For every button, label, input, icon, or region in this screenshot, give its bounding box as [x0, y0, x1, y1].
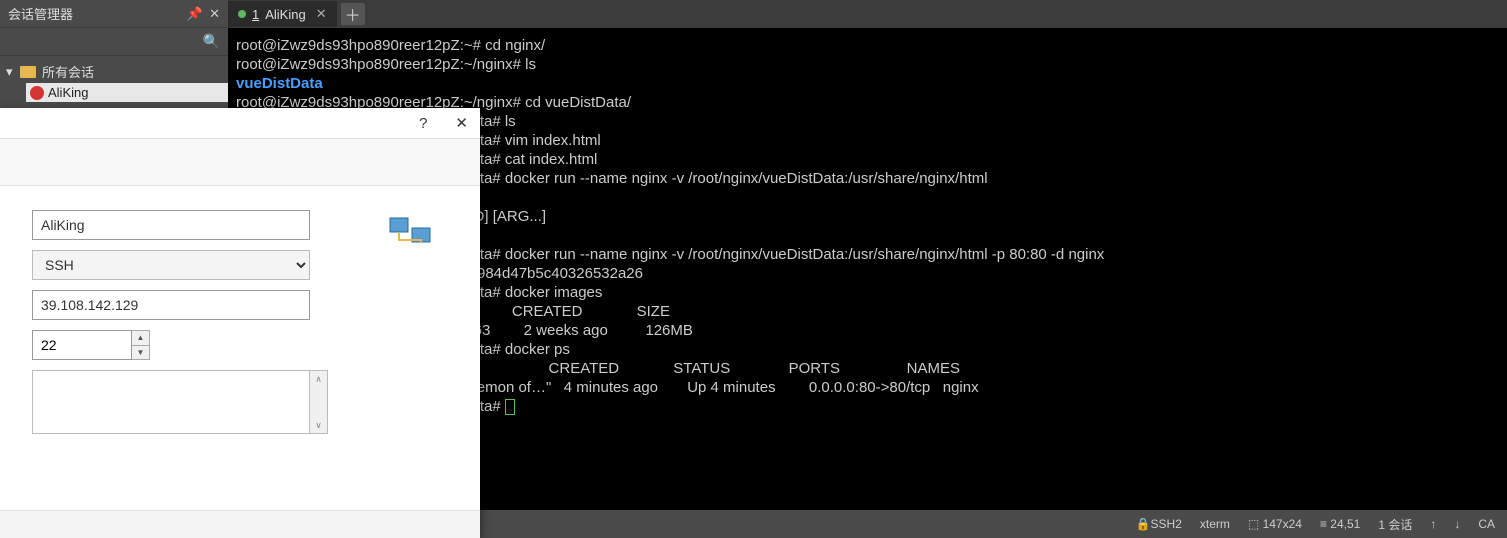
sidebar-search-row: 🔍 [0, 28, 228, 56]
scroll-up-icon[interactable]: ∧ [310, 371, 327, 387]
host-input[interactable] [32, 290, 310, 320]
tab-aliking[interactable]: 1 AliKing ✕ [228, 1, 337, 27]
lock-icon: 🔒 [1136, 517, 1151, 531]
sidebar-header: 会话管理器 📌 ✕ [0, 0, 228, 28]
session-icon [30, 86, 44, 100]
pin-icon[interactable]: 📌 [187, 6, 203, 22]
new-tab-button[interactable]: ＋ [341, 3, 365, 25]
sidebar-title: 会话管理器 [8, 4, 73, 23]
tab-label: AliKing [265, 7, 305, 22]
help-button[interactable]: ? [419, 115, 427, 132]
protocol-select[interactable]: SSH [32, 250, 310, 280]
textarea-scrollbar[interactable]: ∧ ∨ [310, 370, 328, 434]
description-textarea[interactable] [32, 370, 310, 434]
port-input[interactable] [32, 330, 132, 360]
search-icon[interactable]: 🔍 [203, 33, 220, 50]
tree-collapse-icon[interactable]: ▾ [6, 64, 18, 80]
status-size: ⬚ 147x24 [1248, 517, 1302, 531]
status-nav-up-icon[interactable]: ↑ [1430, 517, 1436, 531]
status-term: xterm [1200, 517, 1230, 531]
session-name-input[interactable] [32, 210, 310, 240]
status-position: ≡ 24,51 [1320, 517, 1360, 531]
session-item-aliking[interactable]: AliKing [26, 83, 228, 102]
close-panel-icon[interactable]: ✕ [209, 6, 220, 22]
folder-icon [20, 66, 36, 78]
connection-icon [388, 214, 432, 254]
tree-root-label: 所有会话 [42, 62, 94, 81]
dialog-toolbar [0, 138, 480, 186]
connection-status-icon [238, 10, 246, 18]
close-dialog-button[interactable]: ✕ [455, 114, 468, 132]
session-properties-dialog: ? ✕ SSH ▲ ▼ ∧ [0, 108, 480, 538]
tab-bar: 1 AliKing ✕ ＋ [228, 0, 1507, 28]
tree-root-all-sessions[interactable]: ▾ 所有会话 [0, 60, 228, 83]
port-spinner[interactable]: ▲ ▼ [132, 330, 150, 360]
tab-index: 1 [252, 7, 259, 22]
dialog-footer [0, 510, 480, 538]
status-nav-down-icon[interactable]: ↓ [1454, 517, 1460, 531]
status-ssh: 🔒SSH2 [1136, 517, 1182, 531]
session-label: AliKing [48, 85, 88, 100]
status-caps: CA [1478, 517, 1495, 531]
port-up-icon[interactable]: ▲ [132, 331, 149, 346]
scroll-down-icon[interactable]: ∨ [310, 417, 327, 433]
status-sessions: 1 会话 [1378, 516, 1412, 533]
port-down-icon[interactable]: ▼ [132, 346, 149, 360]
session-tree: ▾ 所有会话 AliKing [0, 56, 228, 106]
tab-close-icon[interactable]: ✕ [316, 6, 327, 22]
dialog-titlebar: ? ✕ [0, 108, 480, 138]
